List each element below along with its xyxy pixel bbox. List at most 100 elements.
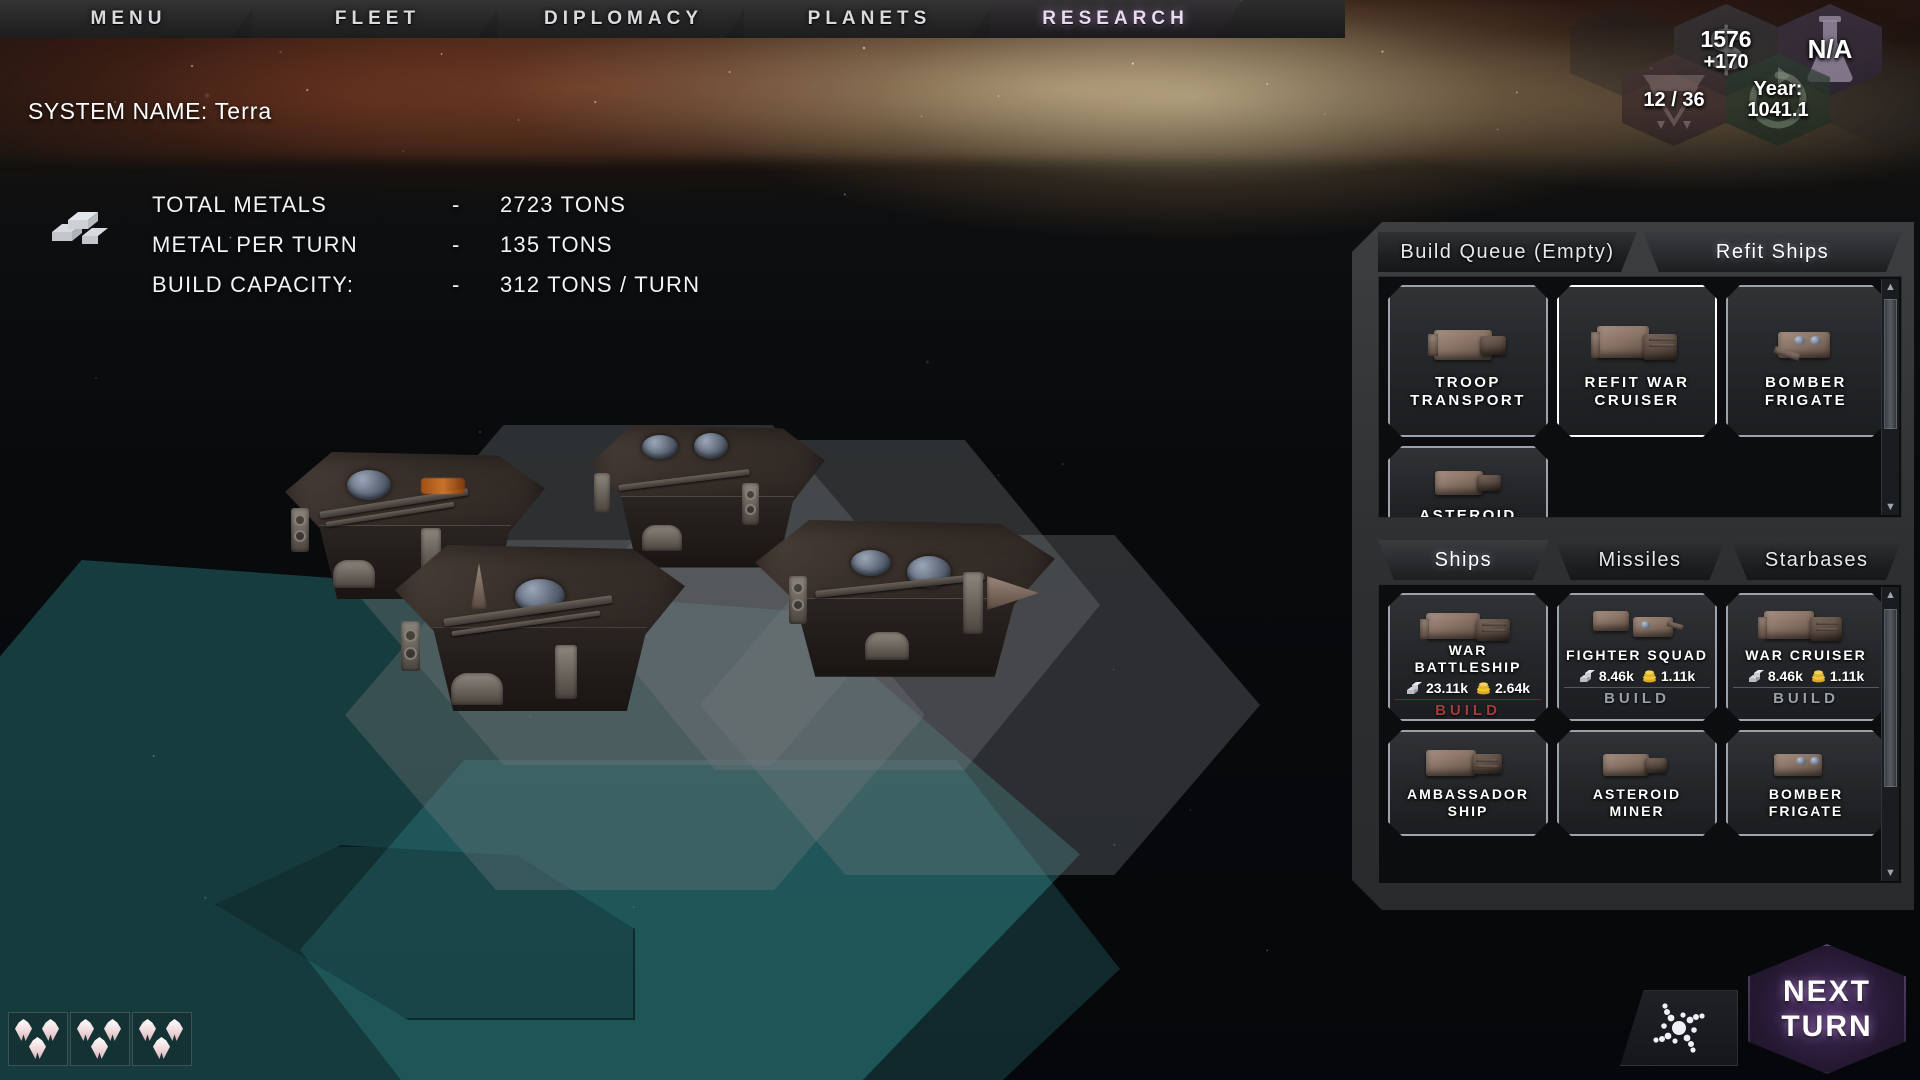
buildable-units-list: WAR BATTLESHIP 23.11k 2.64k BUILD FIGHTE… xyxy=(1378,584,1902,884)
tab-missiles-label: Missiles xyxy=(1598,548,1682,571)
refit-list-scrollbar[interactable]: ▲ ▼ xyxy=(1881,279,1899,515)
ship-thumbnail-war-cruiser xyxy=(1589,318,1685,372)
refit-card-label: BOMBER FRIGATE xyxy=(1764,373,1848,409)
stat-value-total-metals: 2723 TONS xyxy=(500,192,627,217)
refit-card-troop-transport[interactable]: TROOP TRANSPORT xyxy=(1388,285,1548,437)
station-hangar xyxy=(865,632,909,660)
station-pod-left xyxy=(594,473,610,513)
tab-build-queue[interactable]: Build Queue (Empty) xyxy=(1378,232,1637,272)
scroll-up-icon[interactable]: ▲ xyxy=(1883,279,1899,295)
station-dome xyxy=(347,470,391,500)
credits-coins-icon xyxy=(1810,669,1827,683)
tab-refit-ships[interactable]: Refit Ships xyxy=(1643,232,1902,272)
hud-research-value: N/A xyxy=(1807,34,1853,65)
refit-card-bomber-frigate[interactable]: BOMBER FRIGATE xyxy=(1726,285,1886,437)
build-card-war-battleship[interactable]: WAR BATTLESHIP 23.11k 2.64k BUILD xyxy=(1388,593,1548,721)
tab-ships-label: Ships xyxy=(1434,548,1493,571)
build-card-bomber-frigate[interactable]: BOMBER FRIGATE xyxy=(1726,730,1886,836)
nav-tab-research[interactable]: RESEARCH xyxy=(990,0,1242,38)
metal-cost: 8.46k xyxy=(1579,668,1634,684)
metal-cost-value: 23.11k xyxy=(1425,680,1468,696)
nav-tab-fleet-label: FLEET xyxy=(334,8,421,29)
build-button[interactable]: BUILD xyxy=(1733,687,1879,707)
game-screen: MENU FLEET DIPLOMACY PLANETS RESEARCH $ xyxy=(0,0,1920,1080)
build-card-ambassador-ship[interactable]: AMBASSADOR SHIP xyxy=(1388,730,1548,836)
nav-tab-planets[interactable]: PLANETS xyxy=(744,0,996,38)
fleet-marker-icon xyxy=(153,1037,170,1059)
ship-thumbnail-asteroid-miner xyxy=(1589,742,1685,786)
station-dome-2 xyxy=(694,433,728,459)
refit-card-label: TROOP TRANSPORT xyxy=(1410,373,1526,409)
scrollbar-thumb[interactable] xyxy=(1884,299,1897,429)
refit-card-label: REFIT WAR CRUISER xyxy=(1584,373,1690,409)
tab-missiles[interactable]: Missiles xyxy=(1555,540,1726,580)
refit-card-grid: TROOP TRANSPORT REFIT WAR CRUISER BOMBER… xyxy=(1379,277,1899,518)
ship-thumbnail-troop-transport xyxy=(1420,318,1516,372)
build-card-label: FIGHTER SQUAD xyxy=(1566,647,1708,663)
scrollbar-thumb[interactable] xyxy=(1884,609,1897,787)
hud-money-value: 1576 xyxy=(1700,26,1752,53)
build-card-war-cruiser[interactable]: WAR CRUISER 8.46k 1.11k BUILD xyxy=(1726,593,1886,721)
tab-refit-ships-label: Refit Ships xyxy=(1715,240,1830,263)
build-card-costs: 23.11k 2.64k xyxy=(1390,680,1546,696)
build-card-label: AMBASSADOR SHIP xyxy=(1407,786,1529,820)
nav-tab-menu[interactable]: MENU xyxy=(0,0,258,38)
space-station-3[interactable] xyxy=(395,545,685,720)
nav-tab-planets-label: PLANETS xyxy=(807,8,932,29)
hud-year-value: 1041.1 xyxy=(1747,99,1809,121)
stat-label-total-metals: TOTAL METALS xyxy=(152,192,327,217)
fleet-group-2[interactable] xyxy=(70,1012,130,1066)
metal-cost-value: 8.46k xyxy=(1598,668,1634,685)
metal-ingots-icon xyxy=(48,200,110,250)
station-hangar xyxy=(333,560,375,588)
build-button[interactable]: BUILD xyxy=(1395,699,1541,719)
top-navigation-bar: MENU FLEET DIPLOMACY PLANETS RESEARCH xyxy=(0,0,1345,38)
ship-thumbnail-bomber-frigate xyxy=(1758,742,1854,786)
scroll-down-icon[interactable]: ▼ xyxy=(1883,499,1899,515)
space-station-4[interactable] xyxy=(755,520,1055,685)
build-button[interactable]: BUILD xyxy=(1564,687,1710,707)
build-card-label: WAR CRUISER xyxy=(1745,647,1867,663)
stat-row: TOTAL METALS - 2723 TONS xyxy=(152,185,700,225)
credits-coins-icon xyxy=(1641,669,1658,683)
stat-value-build-capacity: 312 TONS / TURN xyxy=(500,272,701,297)
metal-icon xyxy=(1748,669,1765,683)
ship-thumbnail-bomber-frigate xyxy=(1758,318,1854,372)
credit-cost: 1.11k xyxy=(1641,668,1695,684)
ship-thumbnail-asteroid-miner xyxy=(1425,461,1511,507)
build-card-fighter-squad[interactable]: FIGHTER SQUAD 8.46k 1.11k BUILD xyxy=(1557,593,1717,721)
station-dome xyxy=(642,435,678,459)
stat-separator: - xyxy=(452,272,461,297)
fleet-group-3[interactable] xyxy=(132,1012,192,1066)
tab-ships[interactable]: Ships xyxy=(1378,540,1549,580)
build-list-scrollbar[interactable]: ▲ ▼ xyxy=(1881,587,1899,881)
nav-tab-fleet[interactable]: FLEET xyxy=(252,0,504,38)
build-card-asteroid-miner[interactable]: ASTEROID MINER xyxy=(1557,730,1717,836)
nav-tab-diplomacy[interactable]: DIPLOMACY xyxy=(498,0,750,38)
station-pod-right xyxy=(555,645,577,699)
scroll-down-icon[interactable]: ▼ xyxy=(1883,865,1899,881)
ship-thumbnail-ambassador-ship xyxy=(1420,742,1516,786)
refit-card-refit-war-cruiser[interactable]: REFIT WAR CRUISER xyxy=(1557,285,1717,437)
credit-cost-value: 1.11k xyxy=(1660,668,1696,685)
build-card-costs: 8.46k 1.11k xyxy=(1559,668,1715,684)
metal-cost-value: 8.46k xyxy=(1767,668,1803,685)
scroll-up-icon[interactable]: ▲ xyxy=(1883,587,1899,603)
station-ring-1 xyxy=(792,582,804,594)
system-name-label: SYSTEM NAME: xyxy=(28,98,208,124)
station-dome-2 xyxy=(851,550,891,576)
build-tab-row: Ships Missiles Starbases xyxy=(1378,540,1902,580)
metal-icon xyxy=(1406,681,1423,695)
stat-separator: - xyxy=(452,192,461,217)
fleet-group-1[interactable] xyxy=(8,1012,68,1066)
station-hangar xyxy=(451,673,503,705)
build-card-costs: 8.46k 1.11k xyxy=(1728,668,1884,684)
refit-card-asteroid[interactable]: ASTEROID xyxy=(1388,446,1548,518)
hud-military-value: 12 / 36 xyxy=(1643,88,1705,111)
nav-tab-edge xyxy=(1202,0,1254,38)
tab-starbases[interactable]: Starbases xyxy=(1731,540,1902,580)
station-ring-2 xyxy=(294,530,306,542)
metal-cost: 23.11k xyxy=(1406,680,1468,696)
metal-icon xyxy=(1579,669,1596,683)
ship-thumbnail-war-battleship xyxy=(1420,603,1516,642)
